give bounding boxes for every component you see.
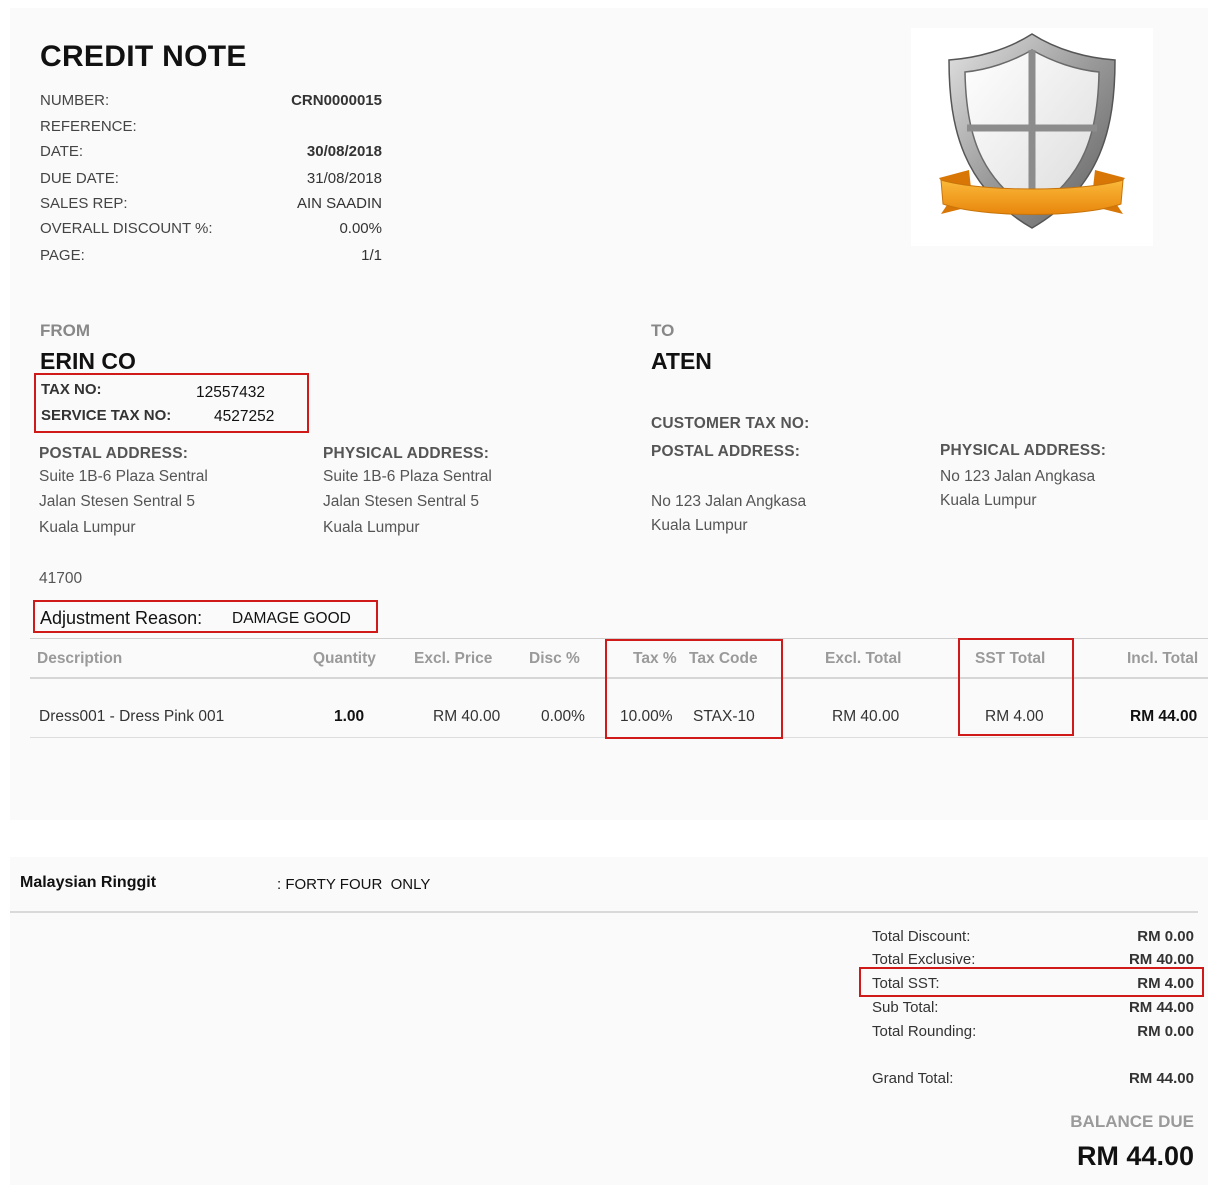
meta-label-number: NUMBER: — [40, 92, 110, 109]
meta-label-date: DATE: — [40, 143, 84, 160]
meta-value-date: 30/08/2018 — [306, 143, 382, 160]
from-physical-line: Suite 1B-6 Plaza Sentral — [323, 468, 492, 485]
from-postal-line: Suite 1B-6 Plaza Sentral — [39, 468, 208, 485]
balance-due-value: RM 44.00 — [1076, 1141, 1194, 1171]
total-exclusive-value: RM 40.00 — [1128, 951, 1194, 968]
to-physical-line: No 123 Jalan Angkasa — [940, 468, 1096, 485]
col-header-incl-total: Incl. Total — [1127, 650, 1199, 667]
grand-total-label: Grand Total: — [872, 1070, 954, 1087]
meta-value-sales-rep: AIN SAADIN — [296, 195, 382, 212]
sub-total-label: Sub Total: — [872, 999, 939, 1016]
shield-icon — [939, 33, 1125, 229]
to-heading: TO — [651, 321, 675, 340]
currency-name: Malaysian Ringgit — [20, 874, 157, 891]
meta-value-number: CRN0000015 — [291, 92, 382, 109]
from-postcode: 41700 — [39, 570, 83, 587]
from-physical-line: Jalan Stesen Sentral 5 — [323, 493, 479, 510]
from-physical-line: Kuala Lumpur — [323, 519, 420, 536]
col-header-disc: Disc % — [529, 650, 580, 667]
customer-tax-label: CUSTOMER TAX NO: — [651, 415, 810, 432]
service-tax-label: SERVICE TAX NO: — [41, 407, 172, 424]
tax-columns-highlight-box — [605, 639, 783, 739]
cell-excl-total: RM 40.00 — [832, 708, 900, 725]
grand-total-value: RM 44.00 — [1128, 1070, 1194, 1087]
from-company-name: ERIN CO — [40, 348, 136, 374]
col-header-excl-price: Excl. Price — [414, 650, 493, 667]
cell-quantity: 1.00 — [334, 708, 365, 725]
meta-value-page: 1/1 — [361, 247, 382, 264]
meta-label-overall-discount: OVERALL DISCOUNT %: — [40, 220, 213, 237]
summary-rule — [10, 911, 1198, 913]
cell-incl-total: RM 44.00 — [1130, 708, 1198, 725]
from-postal-line: Jalan Stesen Sentral 5 — [39, 493, 195, 510]
col-header-quantity: Quantity — [313, 650, 376, 667]
total-rounding-value: RM 0.00 — [1137, 1023, 1194, 1040]
meta-label-sales-rep: SALES REP: — [40, 195, 128, 212]
col-header-excl-total: Excl. Total — [825, 650, 902, 667]
to-postal-line: Kuala Lumpur — [651, 517, 748, 534]
from-heading: FROM — [40, 321, 91, 340]
cell-disc: 0.00% — [541, 708, 585, 725]
adjustment-value: DAMAGE GOOD — [232, 610, 351, 627]
meta-label-page: PAGE: — [40, 247, 85, 264]
to-customer-name: ATEN — [651, 348, 712, 374]
cell-description: Dress001 - Dress Pink 001 — [39, 708, 225, 725]
summary-panel — [10, 857, 1208, 1185]
from-physical-heading: PHYSICAL ADDRESS: — [323, 445, 490, 462]
tax-no-value: 12557432 — [196, 384, 265, 401]
tax-no-label: TAX NO: — [41, 381, 102, 398]
to-postal-heading: POSTAL ADDRESS: — [651, 443, 801, 460]
to-physical-heading: PHYSICAL ADDRESS: — [940, 442, 1107, 459]
sst-column-highlight-box — [958, 638, 1074, 736]
total-sst-highlight-box — [859, 967, 1204, 997]
document-title: CREDIT NOTE — [40, 40, 247, 73]
service-tax-value: 4527252 — [214, 408, 275, 425]
total-rounding-label: Total Rounding: — [872, 1023, 977, 1040]
cell-excl-price: RM 40.00 — [433, 708, 501, 725]
amount-in-words: : FORTY FOUR ONLY — [277, 876, 431, 893]
meta-label-reference: REFERENCE: — [40, 118, 137, 135]
total-discount-label: Total Discount: — [872, 928, 971, 945]
meta-label-due-date: DUE DATE: — [40, 170, 119, 187]
company-logo — [911, 28, 1153, 246]
meta-value-overall-discount: 0.00% — [339, 220, 382, 237]
col-header-description: Description — [37, 650, 123, 667]
to-physical-line: Kuala Lumpur — [940, 492, 1037, 509]
sub-total-value: RM 44.00 — [1128, 999, 1194, 1016]
to-postal-line: No 123 Jalan Angkasa — [651, 493, 807, 510]
from-postal-heading: POSTAL ADDRESS: — [39, 445, 189, 462]
balance-due-label: BALANCE DUE — [1070, 1112, 1194, 1131]
total-exclusive-label: Total Exclusive: — [872, 951, 976, 968]
meta-value-due-date: 31/08/2018 — [306, 170, 382, 187]
total-discount-value: RM 0.00 — [1137, 928, 1194, 945]
from-postal-line: Kuala Lumpur — [39, 519, 136, 536]
adjustment-label: Adjustment Reason: — [40, 608, 203, 628]
